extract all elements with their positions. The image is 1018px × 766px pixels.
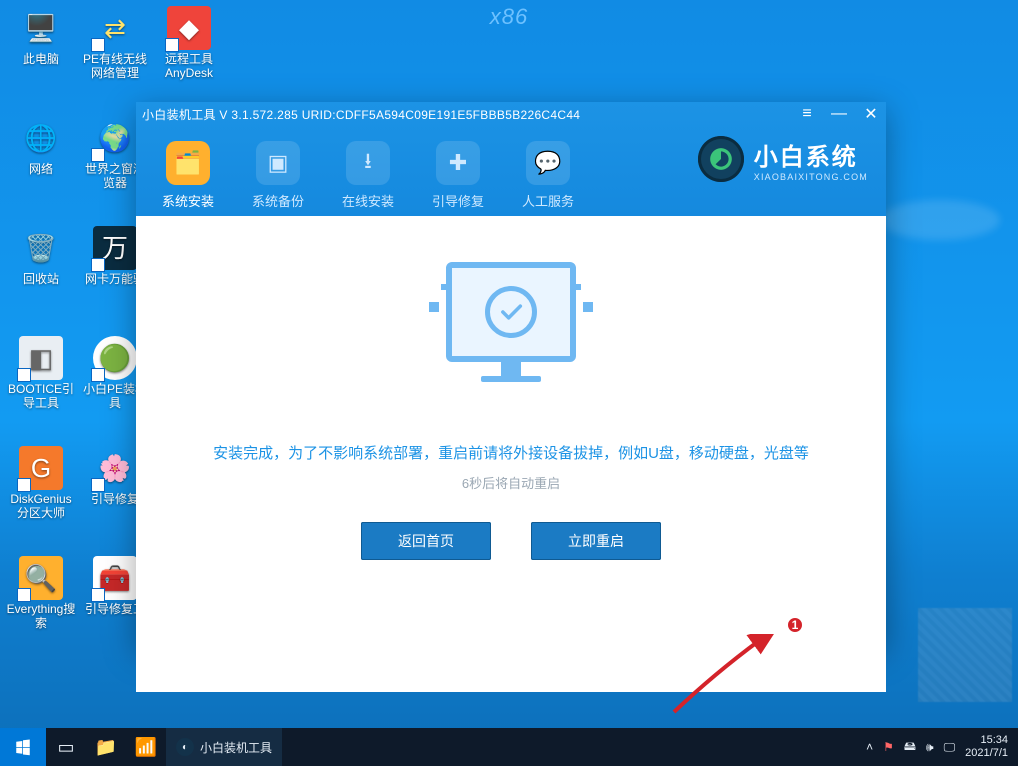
brand: 小白系统 XIAOBAIXITONG.COM [698,136,868,182]
start-button[interactable] [0,728,46,766]
icon-label: DiskGenius分区大师 [10,492,71,520]
annotation-badge: 1 [785,615,805,635]
chat-icon: 💬 [526,141,570,185]
globe-icon: 🌐 [19,116,63,160]
icon-label: 网络 [29,162,53,176]
tab-label: 人工服务 [522,194,574,209]
icon-diskgenius[interactable]: G DiskGenius分区大师 [6,446,76,520]
taskbar: ▭ 📁 📶 ◐ 小白装机工具 ˄ ⚑ 🖴 🕪 🖵 15:34 2021/7/1 [0,728,1018,766]
icon-recycle-bin[interactable]: 🗑️ 回收站 [6,226,76,286]
taskview-button[interactable]: ▭ [46,728,86,766]
partition-icon: G [19,446,63,490]
minimize-button[interactable]: — [830,105,848,123]
icon-label: 远程工具AnyDesk [165,52,213,80]
app-window: 小白装机工具 V 3.1.572.285 URID:CDFF5A594C09E1… [136,102,886,646]
tab-online[interactable]: ⭳ 在线安装 [334,141,402,210]
icon-label: BOOTICE引导工具 [8,382,74,410]
medkit-icon: ✚ [436,141,480,185]
driver-icon: 万 [93,226,137,270]
brand-logo-icon [698,136,744,182]
clock-date: 2021/7/1 [965,747,1008,760]
monitor-icon [446,262,576,362]
cloud-decor [880,200,1000,240]
icon-label: PE有线无线网络管理 [83,52,147,80]
back-button[interactable]: 返回首页 [361,522,491,560]
taskbar-app[interactable]: ◐ 小白装机工具 [166,728,282,766]
window-body: 安装完成，为了不影响系统部署，重启前请将外接设备拔掉，例如U盘，移动硬盘，光盘等… [136,262,886,692]
tray-up-icon[interactable]: ˄ [866,740,873,754]
success-illustration [421,262,601,412]
explorer-button[interactable]: 📁 [86,728,126,766]
icon-label: 此电脑 [23,52,59,66]
watermark [918,608,1012,702]
monitor-icon: 🖥️ [19,6,63,50]
menu-button[interactable]: ≡ [798,105,816,123]
icon-pe-net[interactable]: ⇄ PE有线无线网络管理 [80,6,150,80]
tab-label: 引导修复 [432,194,484,209]
tab-install[interactable]: 🗂️ 系统安装 [154,141,222,210]
arch-label: x86 [490,4,528,30]
icon-everything[interactable]: 🔍 Everything搜索 [6,556,76,630]
toolbox-icon: 🧰 [93,556,137,600]
browser-icon: 🌍 [93,116,137,160]
icon-label: 回收站 [23,272,59,286]
app-icon: ◐ [176,738,194,756]
annotation-arrow-icon [664,634,794,714]
save-icon: ▣ [256,141,300,185]
tab-label: 在线安装 [342,194,394,209]
tray-network-icon[interactable]: 🕪 [926,740,934,755]
icon-network[interactable]: 🌐 网络 [6,116,76,176]
brand-name: 小白系统 [754,137,868,172]
countdown-text: 6秒后将自动重启 [136,473,886,492]
windows-icon [14,738,32,756]
tray-device-icon[interactable]: 🖴 [904,737,916,758]
clock-time: 15:34 [965,734,1008,747]
trash-icon: 🗑️ [19,226,63,270]
download-icon: ⭳ [346,141,390,185]
icon-this-pc[interactable]: 🖥️ 此电脑 [6,6,76,66]
brand-url: XIAOBAIXITONG.COM [754,172,868,182]
check-circle-icon [485,286,537,338]
tray-flag-icon[interactable]: ⚑ [883,740,894,754]
tab-label: 系统备份 [252,194,304,209]
search-icon: 🔍 [19,556,63,600]
icon-label: Everything搜索 [7,602,76,630]
status-message: 安装完成，为了不影响系统部署，重启前请将外接设备拔掉，例如U盘，移动硬盘，光盘等 [136,442,886,463]
window-header: 小白装机工具 V 3.1.572.285 URID:CDFF5A594C09E1… [136,102,886,216]
icon-bootice[interactable]: ◧ BOOTICE引导工具 [6,336,76,410]
tab-bar: 🗂️ 系统安装 ▣ 系统备份 ⭳ 在线安装 ✚ 引导修复 💬 人工服务 [154,141,582,210]
icon-label: 引导修复 [91,492,139,506]
tab-bootfix[interactable]: ✚ 引导修复 [424,141,492,210]
network-icon: ⇄ [93,6,137,50]
tab-backup[interactable]: ▣ 系统备份 [244,141,312,210]
window-title: 小白装机工具 V 3.1.572.285 URID:CDFF5A594C09E1… [136,102,886,127]
wifi-icon[interactable]: 📶 [126,728,166,766]
eraser-icon: ◧ [19,336,63,380]
anydesk-icon: ◆ [167,6,211,50]
reboot-button[interactable]: 立即重启 [531,522,661,560]
icon-anydesk[interactable]: ◆ 远程工具AnyDesk [154,6,224,80]
app-icon: 🟢 [93,336,137,380]
tab-service[interactable]: 💬 人工服务 [514,141,582,210]
close-button[interactable]: ✕ [862,104,880,124]
package-icon: 🗂️ [166,141,210,185]
tab-label: 系统安装 [162,194,214,209]
flower-icon: 🌸 [93,446,137,490]
clock[interactable]: 15:34 2021/7/1 [965,734,1008,760]
taskbar-app-label: 小白装机工具 [200,739,272,756]
tray-display-icon[interactable]: 🖵 [944,740,956,755]
